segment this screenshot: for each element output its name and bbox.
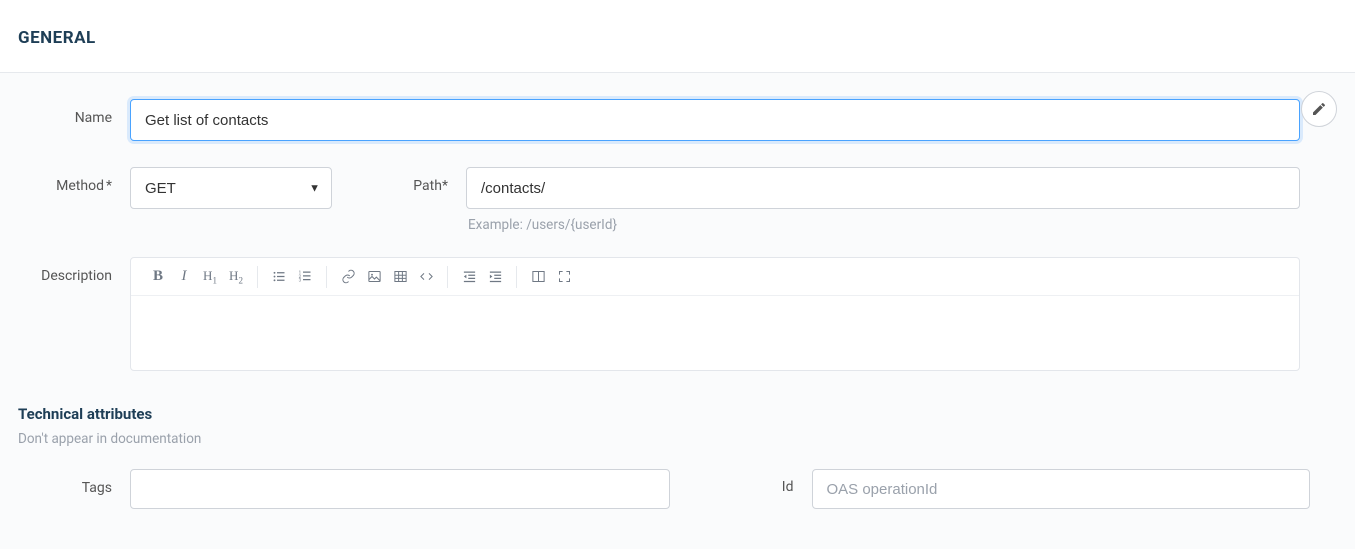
technical-attributes-section: Technical attributes Don't appear in doc…: [18, 405, 1337, 509]
italic-button[interactable]: I: [171, 264, 197, 290]
section-title: GENERAL: [18, 28, 1337, 48]
general-form: Name Method* GET ▼ Path* Example: /users…: [0, 72, 1355, 549]
italic-icon: I: [182, 268, 187, 285]
list-ol-icon: 123: [298, 269, 313, 284]
split-button[interactable]: [525, 264, 551, 290]
description-editor: B I H1 H2 123: [130, 257, 1300, 371]
indent-button[interactable]: [482, 264, 508, 290]
ul-button[interactable]: [266, 264, 292, 290]
method-select[interactable]: GET: [130, 167, 332, 209]
table-button[interactable]: [387, 264, 413, 290]
pencil-icon: [1311, 101, 1327, 117]
code-icon: [419, 269, 434, 284]
edit-button[interactable]: [1301, 91, 1337, 127]
h2-button[interactable]: H2: [223, 264, 249, 290]
code-button[interactable]: [413, 264, 439, 290]
path-hint: Example: /users/{userId}: [466, 217, 1300, 233]
tech-title: Technical attributes: [18, 405, 1337, 423]
bold-button[interactable]: B: [145, 264, 171, 290]
link-button[interactable]: [335, 264, 361, 290]
tags-label: Tags: [18, 469, 130, 496]
tech-subtitle: Don't appear in documentation: [18, 431, 1337, 447]
id-label: Id: [678, 469, 812, 495]
fullscreen-button[interactable]: [551, 264, 577, 290]
link-icon: [341, 269, 356, 284]
section-header: GENERAL: [0, 0, 1355, 72]
editor-toolbar: B I H1 H2 123: [131, 258, 1299, 296]
image-button[interactable]: [361, 264, 387, 290]
method-label: Method*: [18, 167, 130, 194]
name-label: Name: [18, 99, 130, 126]
columns-icon: [531, 269, 546, 284]
outdent-icon: [462, 269, 477, 284]
name-input[interactable]: [130, 99, 1300, 141]
path-input[interactable]: [466, 167, 1300, 209]
bold-icon: B: [153, 268, 163, 285]
description-label: Description: [18, 257, 130, 284]
list-ul-icon: [272, 269, 287, 284]
table-icon: [393, 269, 408, 284]
image-icon: [367, 269, 382, 284]
h1-icon: H1: [203, 268, 217, 286]
indent-icon: [488, 269, 503, 284]
h2-icon: H2: [229, 268, 243, 286]
svg-text:3: 3: [298, 279, 301, 284]
outdent-button[interactable]: [456, 264, 482, 290]
description-textarea[interactable]: [131, 296, 1299, 370]
id-input[interactable]: [812, 469, 1310, 509]
path-label: Path*: [332, 167, 466, 194]
h1-button[interactable]: H1: [197, 264, 223, 290]
tags-input[interactable]: [130, 469, 670, 509]
ol-button[interactable]: 123: [292, 264, 318, 290]
expand-icon: [557, 269, 572, 284]
